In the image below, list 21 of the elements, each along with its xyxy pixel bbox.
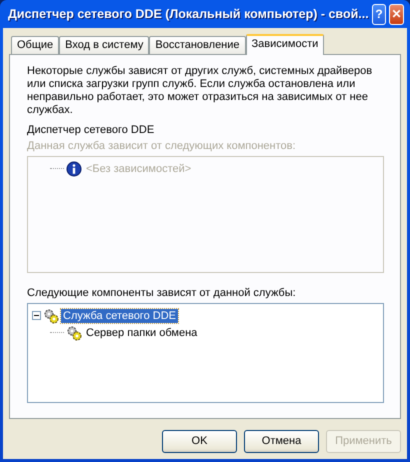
collapse-button[interactable] xyxy=(32,311,41,320)
tree-label: Следующие компоненты зависят от данной службы: xyxy=(27,287,297,300)
gears-icon xyxy=(43,308,59,324)
tab[interactable]: Зависимости xyxy=(246,34,324,55)
info-icon xyxy=(66,160,82,176)
dependents-tree[interactable]: Служба сетевого DDE Сервер папки обмена xyxy=(27,303,384,403)
tree-item[interactable]: Сервер папки обмена xyxy=(84,326,200,340)
tab[interactable]: Восстановление xyxy=(149,36,246,54)
help-button[interactable]: ? xyxy=(372,4,386,24)
tree-item[interactable]: Служба сетевого DDE xyxy=(61,308,178,322)
description-text: Некоторые службы зависят от других служб, системных драйверов или списка загрузки групп служб. Если служба остановлена или неправильно работает, это может отразиться на зависимых от нее службах. xyxy=(27,65,374,117)
tab[interactable]: Вход в систему xyxy=(59,36,150,54)
dialog-button[interactable]: OK xyxy=(162,430,237,453)
tree-label: Данная служба зависит от следующих компонентов: xyxy=(27,140,297,153)
close-button[interactable]: ✕ xyxy=(389,4,404,24)
tab[interactable]: Общие xyxy=(11,36,60,54)
service-name: Диспетчер сетевого DDE xyxy=(27,124,156,137)
dialog-button[interactable]: Отмена xyxy=(244,430,319,453)
gears-icon xyxy=(66,324,82,340)
window-title: Диспетчер сетевого DDE (Локальный компьютер) - свой... xyxy=(8,6,369,23)
minus-icon xyxy=(34,313,39,318)
